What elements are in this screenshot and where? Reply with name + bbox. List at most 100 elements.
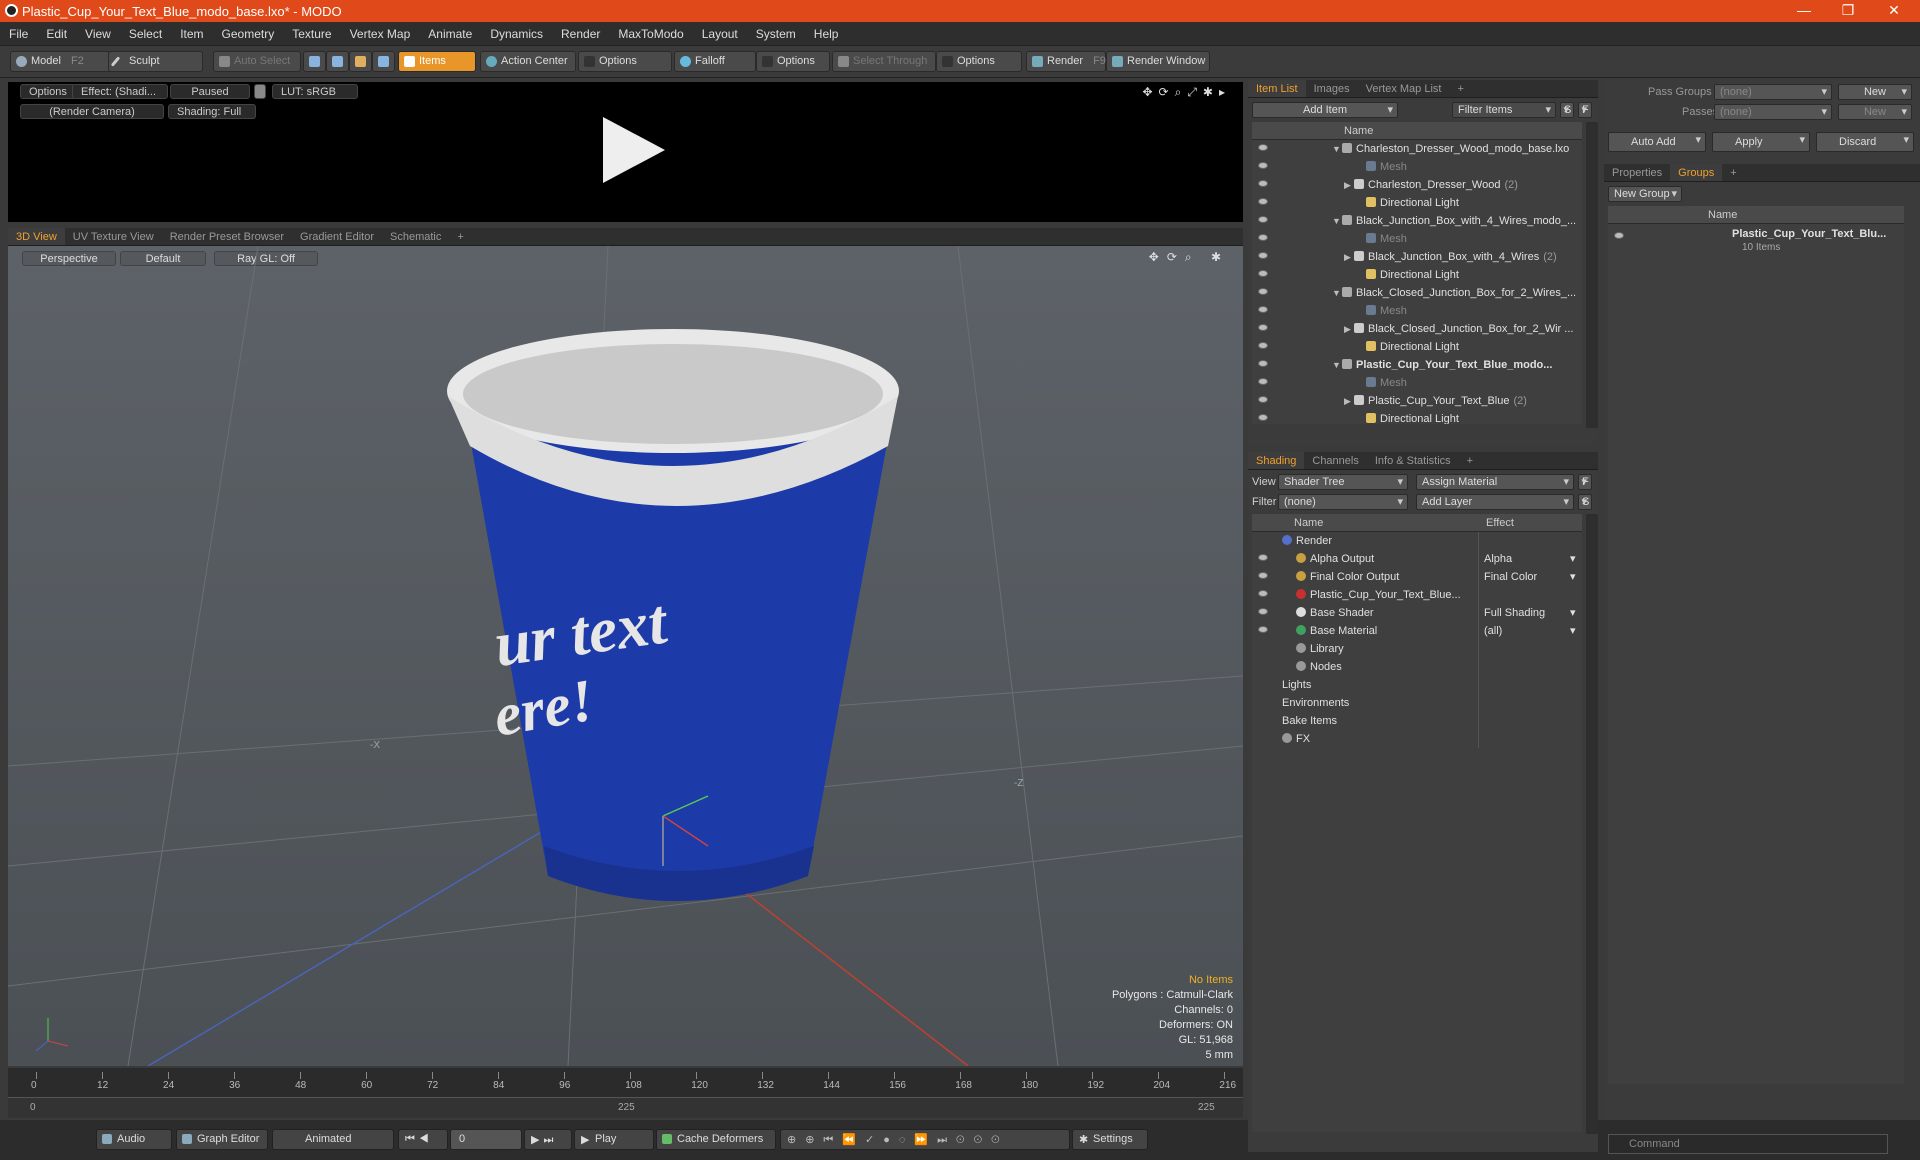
shader-row[interactable]: Lights [1252,676,1582,694]
select-through-button[interactable]: Select Through [832,51,936,72]
eye-icon[interactable] [1258,198,1268,205]
eye-icon[interactable] [1258,396,1268,403]
new-group-button[interactable]: New Group [1608,186,1682,202]
menu-layout[interactable]: Layout [693,22,747,41]
tab-images[interactable]: Images [1306,80,1358,97]
eye-icon[interactable] [1258,324,1268,331]
add-tab-button[interactable]: + [1449,80,1471,97]
animated-dropdown[interactable]: Animated [272,1129,394,1150]
frame-input[interactable]: 0 [450,1129,522,1150]
tab-gradient-editor[interactable]: Gradient Editor [292,228,382,245]
3d-viewport[interactable]: Perspective Default Ray GL: Off ✥⟳⌕ ✱ ur… [8,246,1243,1066]
close-button[interactable]: ✕ [1874,2,1914,20]
menu-help[interactable]: Help [805,22,848,41]
play-icon[interactable] [603,117,665,183]
menu-edit[interactable]: Edit [37,22,76,41]
settings-button[interactable]: ✱ Settings [1072,1129,1148,1150]
command-input[interactable]: Command [1608,1134,1888,1154]
eye-icon[interactable] [1258,608,1268,615]
chevron-down-icon[interactable]: ▾ [1570,624,1576,637]
effect-dropdown[interactable]: Effect: (Shadi... [72,84,168,99]
assign-material-dropdown[interactable]: Assign Material [1416,474,1574,490]
lock-icon[interactable] [254,84,266,99]
eye-icon[interactable] [1258,180,1268,187]
timeline-ruler[interactable]: 0 12 24 36 48 60 72 84 96 108 120 132 144 156 168 180 19… [8,1068,1243,1098]
item-row[interactable]: ▶ Black_Closed_Junction_Box_for_2_Wir ... [1252,320,1582,338]
eye-icon[interactable] [1258,162,1268,169]
materials-mode-button[interactable] [372,51,395,72]
shader-row[interactable]: Final Color Output Final Color ▾ [1252,568,1582,586]
add-layer-dropdown[interactable]: Add Layer [1416,494,1574,510]
audio-button[interactable]: Audio [96,1129,172,1150]
filter-s-button[interactable]: S [1560,102,1574,118]
apply-button[interactable]: Apply [1712,132,1810,152]
passes-dropdown[interactable]: (none) [1714,104,1832,120]
expand-arrow-icon[interactable]: ▶ [1344,396,1354,407]
menu-texture[interactable]: Texture [283,22,340,41]
shading-s-button[interactable]: S [1578,494,1592,510]
vertices-mode-button[interactable] [303,51,326,72]
expand-arrow-icon[interactable]: ▶ [1344,324,1354,335]
eye-icon[interactable] [1258,144,1268,151]
graph-editor-button[interactable]: Graph Editor [176,1129,268,1150]
eye-icon[interactable] [1258,216,1268,223]
shading-dropdown[interactable]: Shading: Full [168,104,256,119]
auto-select-button[interactable]: Auto Select [213,51,301,72]
effect-dropdown[interactable]: Final Color [1484,571,1537,583]
falloff-button[interactable]: Falloff [674,51,756,72]
shader-row[interactable]: Environments [1252,694,1582,712]
render-window-button[interactable]: Render Window [1106,51,1210,72]
menu-system[interactable]: System [747,22,805,41]
expand-arrow-icon[interactable]: ▼ [1332,144,1342,154]
expand-arrow-icon[interactable]: ▶ [1344,180,1354,191]
menu-item[interactable]: Item [171,22,212,41]
shading-f-button[interactable]: F [1578,474,1592,490]
item-row[interactable]: Mesh [1252,302,1582,320]
edges-mode-button[interactable] [326,51,349,72]
play-button[interactable]: ▶ Play [574,1129,654,1150]
lut-dropdown[interactable]: LUT: sRGB [272,84,358,99]
tab-groups[interactable]: Groups [1670,164,1723,181]
paused-toggle[interactable]: Paused [170,84,250,99]
options-button-1[interactable]: Options [578,51,672,72]
preview-nav-icons[interactable]: ✥⟳⌕⤢✱▸ [1142,85,1231,100]
eye-icon[interactable] [1258,572,1268,579]
expand-arrow-icon[interactable]: ▼ [1332,216,1342,226]
add-tab-button[interactable]: + [1459,452,1481,469]
minimize-button[interactable]: — [1784,2,1824,20]
chevron-down-icon[interactable]: ▾ [1570,606,1576,619]
filter-f-button[interactable]: F [1578,102,1592,118]
eye-icon[interactable] [1258,414,1268,421]
options-button-2[interactable]: Options [756,51,830,72]
eye-icon[interactable] [1258,378,1268,385]
restore-button[interactable]: ❐ [1828,2,1868,20]
menu-view[interactable]: View [76,22,120,41]
effect-dropdown[interactable]: Full Shading [1484,607,1545,619]
eye-icon[interactable] [1258,288,1268,295]
eye-icon[interactable] [1258,270,1268,277]
eye-icon[interactable] [1258,360,1268,367]
menu-render[interactable]: Render [552,22,609,41]
tab-properties[interactable]: Properties [1604,164,1670,181]
shading-scrollbar[interactable] [1586,514,1598,1134]
item-row[interactable]: Directional Light [1252,410,1582,424]
menu-select[interactable]: Select [120,22,171,41]
discard-button[interactable]: Discard [1816,132,1914,152]
effect-dropdown[interactable]: (all) [1484,625,1502,637]
tab-item-list[interactable]: Item List [1248,80,1306,97]
cache-deformers-button[interactable]: Cache Deformers [656,1129,776,1150]
item-row[interactable]: Directional Light [1252,266,1582,284]
tab-info-statistics[interactable]: Info & Statistics [1367,452,1459,469]
tab-vertex-map-list[interactable]: Vertex Map List [1358,80,1450,97]
shader-row[interactable]: Nodes [1252,658,1582,676]
chevron-down-icon[interactable]: ▾ [1570,570,1576,583]
eye-icon[interactable] [1258,252,1268,259]
auto-add-button[interactable]: Auto Add [1608,132,1706,152]
menu-file[interactable]: File [0,22,37,41]
new-pass-button[interactable]: New [1838,104,1912,120]
menu-geometry[interactable]: Geometry [213,22,284,41]
item-row[interactable]: ▶ Black_Junction_Box_with_4_Wires (2) [1252,248,1582,266]
eye-icon[interactable] [1258,234,1268,241]
transport-icons[interactable]: ⊕⊕⏮⏪✓●◌⏩⏭⊙⊙⊙ [780,1129,1070,1150]
shader-row[interactable]: Plastic_Cup_Your_Text_Blue... [1252,586,1582,604]
